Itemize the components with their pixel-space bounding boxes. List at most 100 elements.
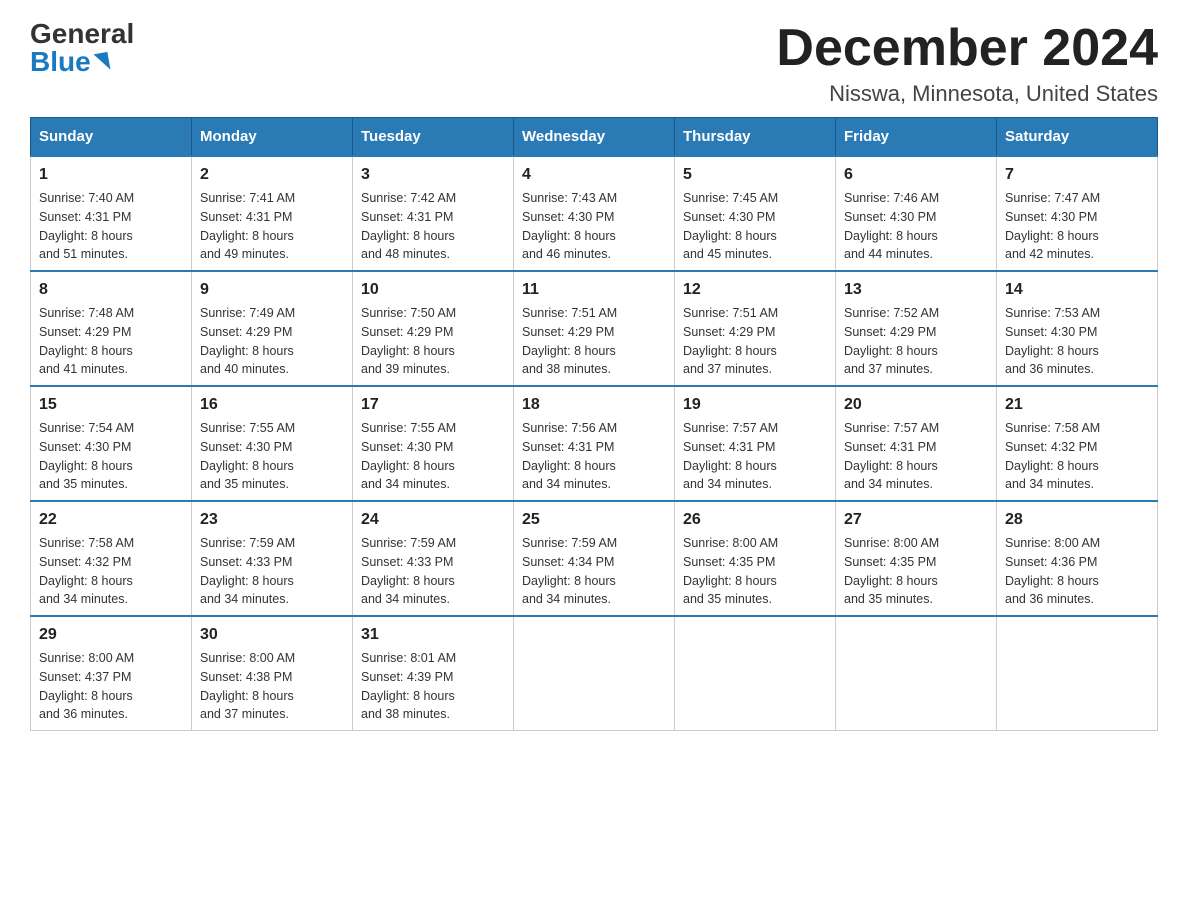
day-info: Sunrise: 8:00 AMSunset: 4:37 PMDaylight:… bbox=[39, 651, 134, 721]
day-number: 15 bbox=[39, 393, 183, 417]
day-number: 11 bbox=[522, 278, 666, 302]
day-info: Sunrise: 7:51 AMSunset: 4:29 PMDaylight:… bbox=[522, 306, 617, 376]
table-row: 28 Sunrise: 8:00 AMSunset: 4:36 PMDaylig… bbox=[997, 501, 1158, 616]
col-friday: Friday bbox=[836, 118, 997, 157]
table-row bbox=[997, 616, 1158, 731]
week-row-3: 15 Sunrise: 7:54 AMSunset: 4:30 PMDaylig… bbox=[31, 386, 1158, 501]
day-info: Sunrise: 7:58 AMSunset: 4:32 PMDaylight:… bbox=[39, 536, 134, 606]
table-row: 11 Sunrise: 7:51 AMSunset: 4:29 PMDaylig… bbox=[514, 271, 675, 386]
day-info: Sunrise: 7:57 AMSunset: 4:31 PMDaylight:… bbox=[844, 421, 939, 491]
day-info: Sunrise: 8:00 AMSunset: 4:35 PMDaylight:… bbox=[683, 536, 778, 606]
table-row: 16 Sunrise: 7:55 AMSunset: 4:30 PMDaylig… bbox=[192, 386, 353, 501]
table-row: 5 Sunrise: 7:45 AMSunset: 4:30 PMDayligh… bbox=[675, 156, 836, 271]
day-number: 1 bbox=[39, 163, 183, 187]
day-number: 8 bbox=[39, 278, 183, 302]
table-row: 6 Sunrise: 7:46 AMSunset: 4:30 PMDayligh… bbox=[836, 156, 997, 271]
col-sunday: Sunday bbox=[31, 118, 192, 157]
day-info: Sunrise: 7:41 AMSunset: 4:31 PMDaylight:… bbox=[200, 191, 295, 261]
month-title: December 2024 bbox=[776, 20, 1158, 77]
table-row: 27 Sunrise: 8:00 AMSunset: 4:35 PMDaylig… bbox=[836, 501, 997, 616]
col-wednesday: Wednesday bbox=[514, 118, 675, 157]
day-info: Sunrise: 7:49 AMSunset: 4:29 PMDaylight:… bbox=[200, 306, 295, 376]
table-row: 7 Sunrise: 7:47 AMSunset: 4:30 PMDayligh… bbox=[997, 156, 1158, 271]
table-row: 9 Sunrise: 7:49 AMSunset: 4:29 PMDayligh… bbox=[192, 271, 353, 386]
day-number: 18 bbox=[522, 393, 666, 417]
table-row: 13 Sunrise: 7:52 AMSunset: 4:29 PMDaylig… bbox=[836, 271, 997, 386]
day-number: 3 bbox=[361, 163, 505, 187]
table-row: 25 Sunrise: 7:59 AMSunset: 4:34 PMDaylig… bbox=[514, 501, 675, 616]
logo-blue-text: Blue bbox=[30, 48, 109, 76]
day-number: 20 bbox=[844, 393, 988, 417]
day-info: Sunrise: 7:53 AMSunset: 4:30 PMDaylight:… bbox=[1005, 306, 1100, 376]
table-row: 18 Sunrise: 7:56 AMSunset: 4:31 PMDaylig… bbox=[514, 386, 675, 501]
table-row: 29 Sunrise: 8:00 AMSunset: 4:37 PMDaylig… bbox=[31, 616, 192, 731]
title-block: December 2024 Nisswa, Minnesota, United … bbox=[776, 20, 1158, 107]
table-row: 8 Sunrise: 7:48 AMSunset: 4:29 PMDayligh… bbox=[31, 271, 192, 386]
day-info: Sunrise: 7:56 AMSunset: 4:31 PMDaylight:… bbox=[522, 421, 617, 491]
table-row: 3 Sunrise: 7:42 AMSunset: 4:31 PMDayligh… bbox=[353, 156, 514, 271]
day-number: 16 bbox=[200, 393, 344, 417]
day-info: Sunrise: 7:55 AMSunset: 4:30 PMDaylight:… bbox=[361, 421, 456, 491]
day-number: 14 bbox=[1005, 278, 1149, 302]
day-info: Sunrise: 7:50 AMSunset: 4:29 PMDaylight:… bbox=[361, 306, 456, 376]
day-info: Sunrise: 7:58 AMSunset: 4:32 PMDaylight:… bbox=[1005, 421, 1100, 491]
day-number: 13 bbox=[844, 278, 988, 302]
day-number: 9 bbox=[200, 278, 344, 302]
day-number: 7 bbox=[1005, 163, 1149, 187]
table-row: 2 Sunrise: 7:41 AMSunset: 4:31 PMDayligh… bbox=[192, 156, 353, 271]
day-number: 10 bbox=[361, 278, 505, 302]
col-tuesday: Tuesday bbox=[353, 118, 514, 157]
table-row bbox=[514, 616, 675, 731]
day-info: Sunrise: 8:01 AMSunset: 4:39 PMDaylight:… bbox=[361, 651, 456, 721]
table-row: 22 Sunrise: 7:58 AMSunset: 4:32 PMDaylig… bbox=[31, 501, 192, 616]
day-number: 19 bbox=[683, 393, 827, 417]
calendar-header-row: Sunday Monday Tuesday Wednesday Thursday… bbox=[31, 118, 1158, 157]
day-number: 26 bbox=[683, 508, 827, 532]
week-row-2: 8 Sunrise: 7:48 AMSunset: 4:29 PMDayligh… bbox=[31, 271, 1158, 386]
table-row: 15 Sunrise: 7:54 AMSunset: 4:30 PMDaylig… bbox=[31, 386, 192, 501]
day-number: 28 bbox=[1005, 508, 1149, 532]
table-row: 24 Sunrise: 7:59 AMSunset: 4:33 PMDaylig… bbox=[353, 501, 514, 616]
day-info: Sunrise: 7:40 AMSunset: 4:31 PMDaylight:… bbox=[39, 191, 134, 261]
day-number: 25 bbox=[522, 508, 666, 532]
table-row: 4 Sunrise: 7:43 AMSunset: 4:30 PMDayligh… bbox=[514, 156, 675, 271]
table-row: 10 Sunrise: 7:50 AMSunset: 4:29 PMDaylig… bbox=[353, 271, 514, 386]
table-row: 14 Sunrise: 7:53 AMSunset: 4:30 PMDaylig… bbox=[997, 271, 1158, 386]
day-info: Sunrise: 7:47 AMSunset: 4:30 PMDaylight:… bbox=[1005, 191, 1100, 261]
day-number: 24 bbox=[361, 508, 505, 532]
day-number: 4 bbox=[522, 163, 666, 187]
table-row: 20 Sunrise: 7:57 AMSunset: 4:31 PMDaylig… bbox=[836, 386, 997, 501]
day-info: Sunrise: 8:00 AMSunset: 4:36 PMDaylight:… bbox=[1005, 536, 1100, 606]
table-row: 12 Sunrise: 7:51 AMSunset: 4:29 PMDaylig… bbox=[675, 271, 836, 386]
table-row: 26 Sunrise: 8:00 AMSunset: 4:35 PMDaylig… bbox=[675, 501, 836, 616]
col-saturday: Saturday bbox=[997, 118, 1158, 157]
table-row: 19 Sunrise: 7:57 AMSunset: 4:31 PMDaylig… bbox=[675, 386, 836, 501]
day-info: Sunrise: 7:54 AMSunset: 4:30 PMDaylight:… bbox=[39, 421, 134, 491]
week-row-5: 29 Sunrise: 8:00 AMSunset: 4:37 PMDaylig… bbox=[31, 616, 1158, 731]
day-info: Sunrise: 7:43 AMSunset: 4:30 PMDaylight:… bbox=[522, 191, 617, 261]
table-row: 31 Sunrise: 8:01 AMSunset: 4:39 PMDaylig… bbox=[353, 616, 514, 731]
day-info: Sunrise: 7:52 AMSunset: 4:29 PMDaylight:… bbox=[844, 306, 939, 376]
logo: General Blue bbox=[30, 20, 134, 76]
day-number: 27 bbox=[844, 508, 988, 532]
day-number: 31 bbox=[361, 623, 505, 647]
day-info: Sunrise: 7:42 AMSunset: 4:31 PMDaylight:… bbox=[361, 191, 456, 261]
col-monday: Monday bbox=[192, 118, 353, 157]
location-subtitle: Nisswa, Minnesota, United States bbox=[776, 81, 1158, 107]
table-row: 1 Sunrise: 7:40 AMSunset: 4:31 PMDayligh… bbox=[31, 156, 192, 271]
table-row bbox=[836, 616, 997, 731]
calendar-table: Sunday Monday Tuesday Wednesday Thursday… bbox=[30, 117, 1158, 731]
day-info: Sunrise: 7:59 AMSunset: 4:33 PMDaylight:… bbox=[361, 536, 456, 606]
col-thursday: Thursday bbox=[675, 118, 836, 157]
logo-general-text: General bbox=[30, 20, 134, 48]
day-number: 30 bbox=[200, 623, 344, 647]
day-info: Sunrise: 7:45 AMSunset: 4:30 PMDaylight:… bbox=[683, 191, 778, 261]
day-number: 22 bbox=[39, 508, 183, 532]
day-info: Sunrise: 8:00 AMSunset: 4:38 PMDaylight:… bbox=[200, 651, 295, 721]
page-header: General Blue December 2024 Nisswa, Minne… bbox=[30, 20, 1158, 107]
day-number: 17 bbox=[361, 393, 505, 417]
day-number: 5 bbox=[683, 163, 827, 187]
day-number: 23 bbox=[200, 508, 344, 532]
day-number: 6 bbox=[844, 163, 988, 187]
day-info: Sunrise: 8:00 AMSunset: 4:35 PMDaylight:… bbox=[844, 536, 939, 606]
